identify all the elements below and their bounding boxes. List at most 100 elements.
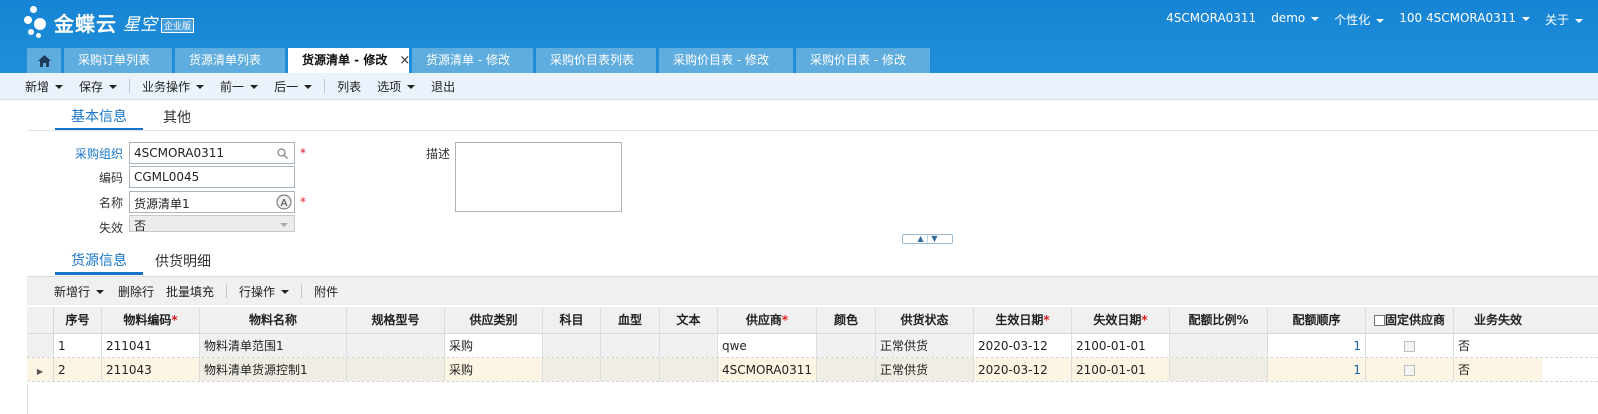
collapse-toggle[interactable]: ▲ | ▼ [902, 234, 953, 244]
delete-row-button[interactable]: 删除行 [118, 283, 154, 300]
col-business-invalid[interactable]: 业务失效 [1454, 307, 1542, 333]
options-button[interactable]: 选项 [377, 78, 416, 95]
about-menu[interactable]: 关于 [1545, 11, 1583, 28]
tab-price-edit-1[interactable]: 采购价目表 - 修改 [659, 48, 793, 73]
cell-supply-status: 正常供货 [876, 334, 974, 357]
add-row-button[interactable]: 新增行 [54, 283, 105, 300]
col-quota-ratio[interactable]: 配额比例% [1170, 307, 1268, 333]
chevron-down-icon [1376, 18, 1385, 23]
chevron-down-icon [196, 85, 205, 89]
tab-source-list[interactable]: 货源清单列表 [175, 48, 285, 73]
purchase-org-value: 4SCMORA0311 [134, 146, 225, 160]
cell-material-code[interactable]: 211043 [102, 358, 200, 381]
description-textarea[interactable] [455, 142, 622, 212]
save-button[interactable]: 保存 [79, 78, 118, 95]
col-supply-status[interactable]: 供货状态 [876, 307, 974, 333]
prev-button[interactable]: 前一 [220, 78, 259, 95]
new-button[interactable]: 新增 [25, 78, 64, 95]
exit-button[interactable]: 退出 [431, 78, 455, 95]
detail-section-tabs: 货源信息 供货明细 [55, 247, 227, 275]
required-mark: * [171, 313, 178, 327]
tab-price-list[interactable]: 采购价目表列表 [536, 48, 656, 73]
tab-source-info[interactable]: 货源信息 [55, 250, 143, 275]
edition-badge: 企业版 [161, 17, 195, 33]
col-text[interactable]: 文本 [660, 307, 718, 333]
cell-effective-date[interactable]: 2020-03-12 [974, 334, 1072, 357]
cell-spec [347, 358, 445, 381]
col-supply-type[interactable]: 供应类别 [445, 307, 543, 333]
col-color[interactable]: 颜色 [817, 307, 876, 333]
chevron-down-icon [280, 223, 288, 227]
personalize-label: 个性化 [1334, 13, 1371, 27]
toolbar-divider [301, 284, 303, 298]
cell-expiry-date[interactable]: 2100-01-01 [1072, 358, 1170, 381]
search-icon[interactable] [277, 148, 288, 159]
cell-supplier[interactable]: qwe [718, 334, 817, 357]
cell-supplier[interactable]: 4SCMORA0311 [718, 358, 817, 381]
col-spec[interactable]: 规格型号 [347, 307, 445, 333]
save-label: 保存 [79, 79, 104, 94]
col-label: 生效日期 [995, 313, 1044, 327]
table-row[interactable]: 1 211041 物料清单范围1 采购 qwe 正常供货 2020-03-12 … [27, 334, 1598, 358]
cell-material-code[interactable]: 211041 [102, 334, 200, 357]
col-subject[interactable]: 科目 [543, 307, 601, 333]
next-button[interactable]: 后一 [274, 78, 313, 95]
cell-quota-order[interactable]: 1 [1268, 334, 1366, 357]
table-row-selected[interactable]: ▶ 2 211043 物料清单货源控制1 采购 4SCMORA0311 正常供货… [27, 358, 1598, 382]
chevron-down-icon [55, 85, 64, 89]
chevron-down-icon: ▼ [931, 234, 938, 243]
tab-source-edit[interactable]: 货源清单 - 修改 [412, 48, 533, 73]
window-tabs: 采购订单列表 货源清单列表 货源清单 - 修改 × 货源清单 - 修改 采购价目… [27, 48, 933, 73]
cell-supply-type[interactable]: 采购 [445, 334, 543, 357]
fixed-supplier-checkbox [1404, 341, 1415, 352]
col-material-name[interactable]: 物料名称 [200, 307, 347, 333]
tab-supply-detail[interactable]: 供货明细 [139, 251, 227, 275]
purchase-org-label[interactable]: 采购组织 [63, 145, 123, 162]
form-section-tabs: 基本信息 其他 [55, 103, 207, 131]
select-all-checkbox[interactable] [1373, 315, 1385, 326]
batch-fill-button[interactable]: 批量填充 [166, 283, 214, 300]
purchase-org-field[interactable]: 4SCMORA0311 [129, 142, 295, 164]
user-name: demo [1271, 11, 1306, 25]
cell-seq: 1 [54, 334, 102, 357]
col-expiry-date[interactable]: 失效日期* [1072, 307, 1170, 333]
col-seq[interactable]: 序号 [54, 307, 102, 333]
col-material-code[interactable]: 物料编码* [102, 307, 200, 333]
business-ops-button[interactable]: 业务操作 [142, 78, 205, 95]
grid-left-border [27, 384, 28, 414]
home-icon [37, 54, 51, 67]
code-field[interactable]: CGML0045 [129, 166, 295, 188]
attachment-button[interactable]: 附件 [314, 283, 338, 300]
col-supplier[interactable]: 供应商* [718, 307, 817, 333]
tab-price-edit-2[interactable]: 采购价目表 - 修改 [796, 48, 930, 73]
cell-effective-date[interactable]: 2020-03-12 [974, 358, 1072, 381]
close-icon[interactable]: × [399, 48, 410, 73]
tab-other[interactable]: 其他 [147, 107, 207, 131]
list-button[interactable]: 列表 [337, 78, 361, 95]
current-row-indicator[interactable]: ▶ [27, 358, 54, 381]
options-label: 选项 [377, 79, 402, 94]
name-field[interactable]: 货源清单1 A [129, 191, 295, 213]
col-fixed-supplier[interactable]: 固定供应商 [1366, 307, 1454, 333]
col-blood-type[interactable]: 血型 [601, 307, 660, 333]
row-indicator[interactable] [27, 334, 54, 357]
current-org[interactable]: 4SCMORA0311 [1166, 11, 1256, 28]
col-label: 固定供应商 [1384, 313, 1445, 327]
cell-quota-order[interactable]: 1 [1268, 358, 1366, 381]
tab-basic-info[interactable]: 基本信息 [55, 106, 143, 131]
tab-purchase-order-list[interactable]: 采购订单列表 [64, 48, 172, 73]
user-dropdown[interactable]: demo [1271, 11, 1320, 28]
cell-expiry-date[interactable]: 2100-01-01 [1072, 334, 1170, 357]
chevron-down-icon [407, 85, 416, 89]
row-ops-button[interactable]: 行操作 [239, 283, 290, 300]
col-quota-order[interactable]: 配额顺序 [1268, 307, 1366, 333]
invalid-value: 否 [134, 219, 147, 233]
org-switch-menu[interactable]: 100 4SCMORA0311 [1399, 11, 1530, 28]
multilang-icon[interactable]: A [276, 194, 292, 210]
col-effective-date[interactable]: 生效日期* [974, 307, 1072, 333]
cell-supply-type[interactable]: 采购 [445, 358, 543, 381]
personalize-menu[interactable]: 个性化 [1334, 11, 1385, 28]
tab-source-edit-active[interactable]: 货源清单 - 修改 × [288, 48, 410, 73]
name-label: 名称 [98, 196, 123, 210]
tab-home[interactable] [27, 48, 61, 73]
